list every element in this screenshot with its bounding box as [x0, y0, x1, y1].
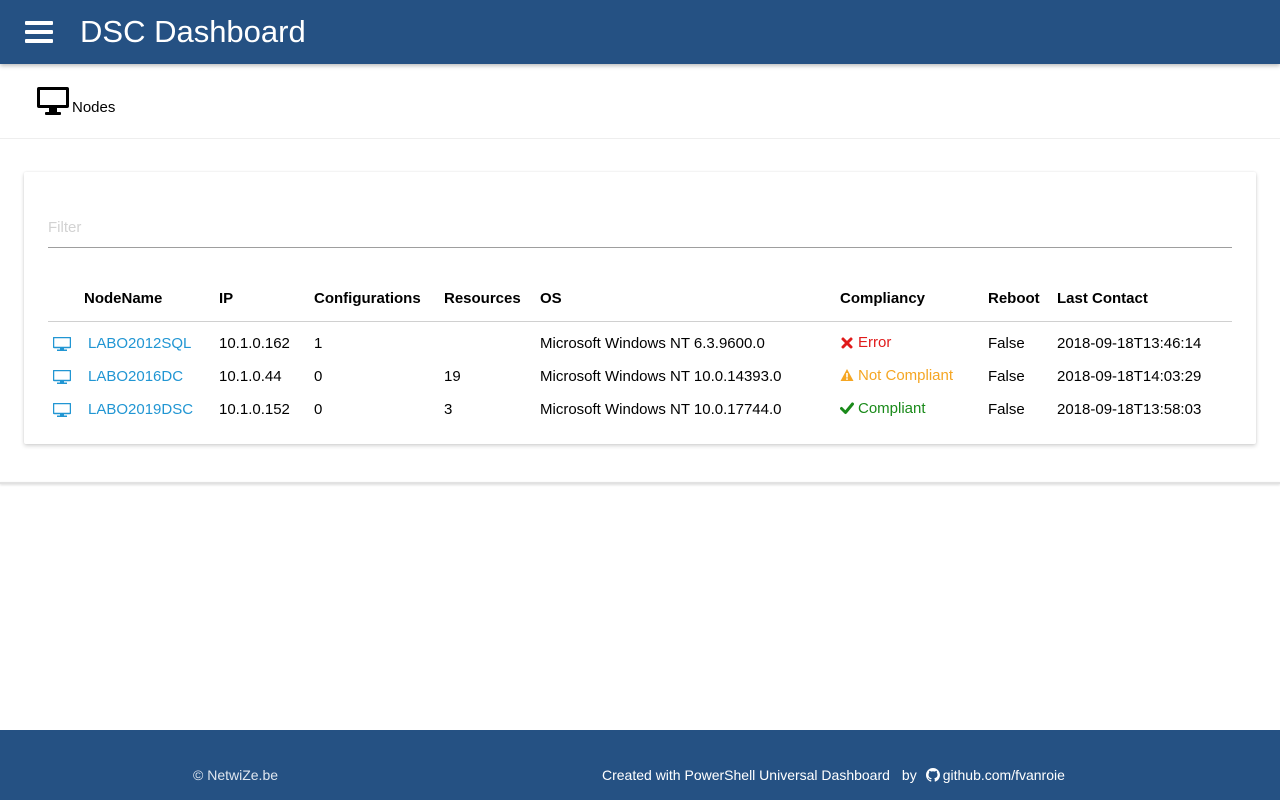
configurations-cell: 0 — [314, 368, 323, 385]
compliancy-cell: Compliant — [840, 393, 988, 426]
table-row: LABO2012SQL 10.1.0.162 1 Microsoft Windo… — [48, 321, 1232, 360]
ip-cell: 10.1.0.44 — [219, 368, 282, 385]
row-icon-cell — [48, 393, 84, 426]
compliancy-label: Not Compliant — [858, 366, 954, 384]
ip-cell: 10.1.0.162 — [219, 335, 290, 353]
content-divider — [0, 482, 1280, 484]
compliancy-status: Compliant — [840, 400, 926, 417]
table-header-row: NodeName IP Configurations Resources OS … — [48, 276, 1232, 322]
column-header-ip[interactable]: IP — [219, 276, 314, 322]
os-cell: Microsoft Windows NT 10.0.14393.0 — [540, 368, 782, 385]
ip-cell: 10.1.0.152 — [219, 401, 290, 418]
reboot-cell: False — [988, 401, 1025, 418]
compliancy-cell: Not Compliant — [840, 360, 988, 393]
column-header-last-contact[interactable]: Last Contact — [1057, 276, 1232, 322]
configurations-cell: 0 — [314, 401, 323, 418]
column-header-configurations[interactable]: Configurations — [314, 276, 444, 322]
nodename-cell: LABO2016DC — [84, 360, 219, 393]
resources-cell — [444, 321, 540, 360]
last-contact-cell: 2018-09-18T13:46:14 — [1057, 335, 1202, 353]
footer-by: by — [901, 767, 917, 783]
compliancy-status: Not Compliant — [840, 367, 953, 384]
column-header-icon — [48, 276, 84, 322]
node-link[interactable]: LABO2016DC — [88, 368, 183, 385]
column-header-reboot[interactable]: Reboot — [988, 276, 1057, 322]
compliancy-status: Error — [840, 334, 891, 351]
check-icon — [840, 402, 854, 415]
x-icon — [841, 337, 853, 348]
resources-cell: 19 — [444, 368, 461, 385]
compliancy-label: Compliant — [858, 399, 926, 417]
compliancy-label: Error — [858, 334, 892, 351]
page-section-label: Nodes — [72, 99, 116, 116]
resources-cell: 3 — [444, 401, 453, 418]
node-link[interactable]: LABO2019DSC — [88, 401, 193, 418]
footer-created-with: Created with PowerShell Universal Dashbo… — [602, 767, 890, 783]
column-header-compliancy[interactable]: Compliancy — [840, 276, 988, 322]
configurations-cell: 1 — [314, 335, 323, 353]
page-footer: © NetwiZe.be Created with PowerShell Uni… — [0, 730, 1280, 800]
computer-icon[interactable] — [53, 403, 71, 418]
computer-icon[interactable] — [53, 370, 71, 385]
table-row: LABO2016DC 10.1.0.44 0 19 Microsoft Wind… — [48, 360, 1232, 393]
github-link[interactable]: github.com/fvanroie — [943, 767, 1065, 783]
nodes-table: NodeName IP Configurations Resources OS … — [48, 276, 1232, 426]
last-contact-cell: 2018-09-18T14:03:29 — [1057, 368, 1202, 385]
page-header: Nodes — [0, 64, 1280, 139]
hamburger-menu-icon[interactable] — [25, 21, 53, 43]
column-header-os[interactable]: OS — [540, 276, 840, 322]
nodename-cell: LABO2019DSC — [84, 393, 219, 426]
last-contact-cell: 2018-09-18T13:58:03 — [1057, 401, 1202, 418]
reboot-cell: False — [988, 335, 1025, 353]
top-navbar: DSC Dashboard — [0, 0, 1280, 64]
desktop-monitor-icon — [37, 87, 69, 115]
os-cell: Microsoft Windows NT 6.3.9600.0 — [540, 335, 765, 353]
app-title: DSC Dashboard — [80, 14, 306, 49]
table-row: LABO2019DSC 10.1.0.152 0 3 Microsoft Win… — [48, 393, 1232, 426]
github-icon — [925, 768, 940, 782]
filter-input[interactable] — [48, 208, 1232, 248]
warning-icon — [840, 369, 854, 382]
reboot-cell: False — [988, 368, 1025, 385]
column-header-resources[interactable]: Resources — [444, 276, 540, 322]
os-cell: Microsoft Windows NT 10.0.17744.0 — [540, 401, 782, 418]
row-icon-cell — [48, 321, 84, 360]
row-icon-cell — [48, 360, 84, 393]
footer-credit: Created with PowerShell Universal Dashbo… — [602, 767, 1065, 783]
column-header-nodename[interactable]: NodeName — [84, 276, 219, 322]
compliancy-cell: Error — [840, 321, 988, 360]
nodename-cell: LABO2012SQL — [84, 321, 219, 360]
computer-icon[interactable] — [53, 337, 71, 352]
nodes-card: NodeName IP Configurations Resources OS … — [24, 172, 1256, 444]
footer-copyright: © NetwiZe.be — [193, 767, 279, 783]
node-link[interactable]: LABO2012SQL — [88, 335, 191, 352]
